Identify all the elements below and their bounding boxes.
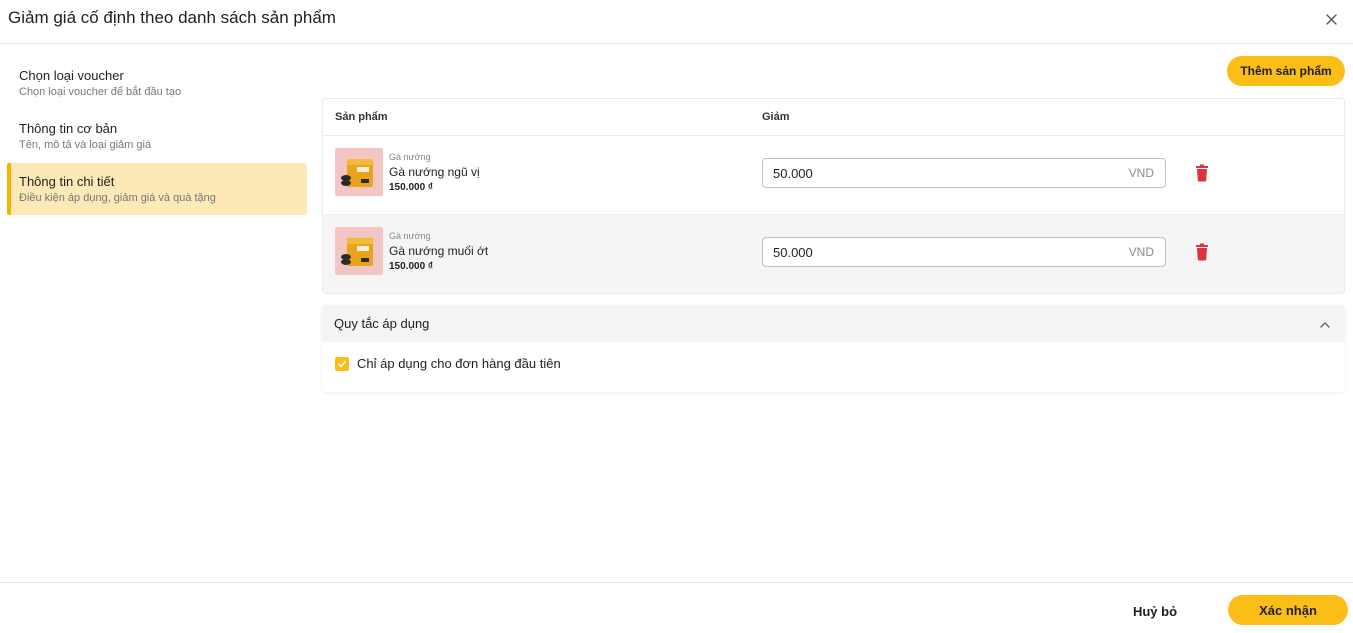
trash-icon[interactable] (1195, 243, 1209, 261)
cancel-button[interactable]: Huỷ bỏ (1120, 597, 1190, 625)
discount-input[interactable] (763, 238, 1129, 266)
step-select-voucher-type[interactable]: Chọn loại voucher Chọn loại voucher để b… (7, 57, 307, 109)
rules-panel-header[interactable]: Quy tắc áp dụng (322, 305, 1345, 342)
trash-icon[interactable] (1195, 164, 1209, 182)
product-category: Gà nướng (389, 152, 431, 162)
step-description: Điều kiện áp dụng, giảm giá và quà tặng (19, 192, 216, 204)
currency-unit: VND (1128, 245, 1154, 259)
discount-input[interactable] (763, 159, 1129, 187)
step-list: Chọn loại voucher Chọn loại voucher để b… (7, 57, 307, 216)
product-table: Sản phẩm Giảm Gà nướng Gà nướng ngũ vị 1… (322, 98, 1345, 294)
step-title: Chọn loại voucher (19, 68, 124, 83)
product-price: 150.000 ₫ (389, 261, 434, 272)
table-header: Sản phẩm Giảm (323, 99, 1344, 136)
product-price: 150.000 ₫ (389, 182, 434, 193)
checkbox-label: Chỉ áp dụng cho đơn hàng đầu tiên (357, 356, 561, 371)
table-row: Gà nướng Gà nướng muối ớt 150.000 ₫ VND (323, 215, 1344, 293)
chevron-up-icon[interactable] (1319, 318, 1331, 330)
add-product-button[interactable]: Thêm sản phẩm (1227, 56, 1345, 86)
confirm-button[interactable]: Xác nhận (1228, 595, 1348, 625)
product-category: Gà nướng (389, 231, 431, 241)
dialog-footer: Huỷ bỏ Xác nhận (0, 582, 1353, 633)
product-image (335, 148, 383, 196)
close-icon[interactable] (1321, 9, 1341, 29)
step-description: Tên, mô tả và loại giảm giá (19, 139, 152, 151)
step-description: Chọn loại voucher để bắt đầu tạo (19, 86, 182, 98)
step-title: Thông tin cơ bản (19, 121, 118, 136)
check-icon[interactable] (335, 356, 349, 371)
step-title: Thông tin chi tiết (19, 174, 115, 189)
currency-unit: VND (1128, 166, 1154, 180)
step-basic-info[interactable]: Thông tin cơ bản Tên, mô tả và loại giảm… (7, 110, 307, 162)
discount-field[interactable]: VND (762, 158, 1166, 188)
dialog-title: Giảm giá cố định theo danh sách sản phẩm (8, 8, 336, 27)
first-order-only-checkbox[interactable]: Chỉ áp dụng cho đơn hàng đầu tiên (335, 356, 561, 371)
step-detail-info[interactable]: Thông tin chi tiết Điều kiện áp dụng, gi… (7, 163, 307, 215)
product-info: Gà nướng Gà nướng ngũ vị 150.000 ₫ (389, 152, 480, 194)
column-header-product: Sản phẩm (335, 111, 388, 123)
product-image (335, 227, 383, 275)
rules-panel: Quy tắc áp dụng Chỉ áp dụng cho đơn hàng… (322, 305, 1345, 392)
rules-title: Quy tắc áp dụng (334, 316, 430, 331)
product-name: Gà nướng muối ớt (389, 244, 489, 258)
dialog-header: Giảm giá cố định theo danh sách sản phẩm (0, 0, 1353, 44)
product-name: Gà nướng ngũ vị (389, 165, 480, 179)
column-header-discount: Giảm (762, 111, 790, 123)
table-row: Gà nướng Gà nướng ngũ vị 150.000 ₫ VND (323, 136, 1344, 215)
discount-field[interactable]: VND (762, 237, 1166, 267)
product-info: Gà nướng Gà nướng muối ớt 150.000 ₫ (389, 231, 488, 273)
